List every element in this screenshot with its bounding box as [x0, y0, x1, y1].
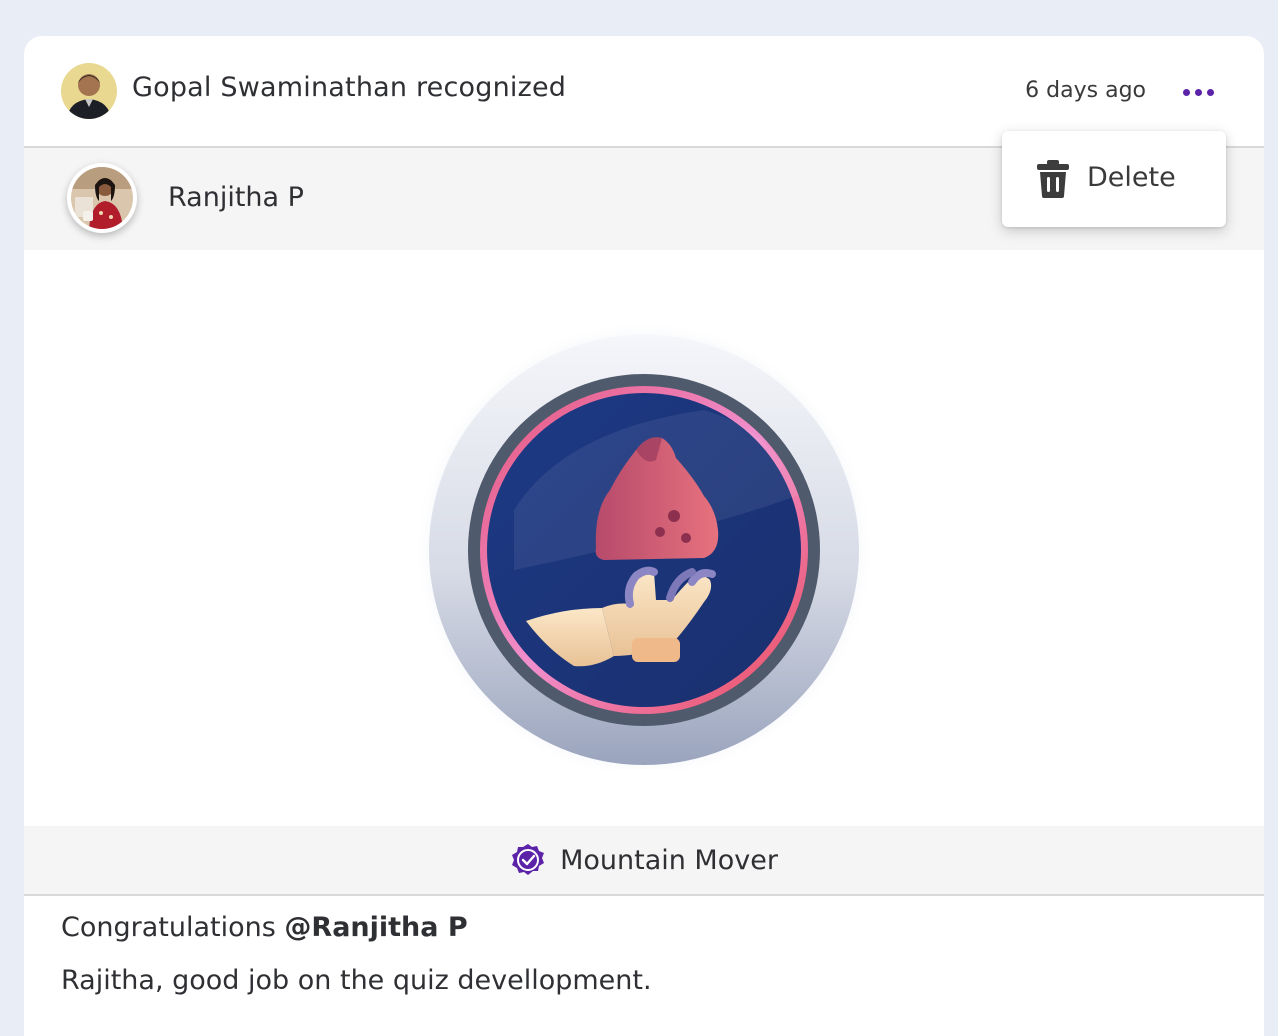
verified-badge-icon	[510, 842, 546, 878]
options-menu: Delete	[1002, 131, 1226, 227]
congrats-text: Congratulations	[61, 912, 276, 943]
recipient-mention[interactable]: @Ranjitha P	[284, 912, 467, 943]
more-dot-icon	[1194, 88, 1202, 96]
recognition-message: Congratulations @Ranjitha P Rajitha, goo…	[61, 912, 1221, 996]
post-title: Gopal Swaminathan recognized	[132, 72, 567, 103]
badge-name-row: Mountain Mover	[24, 826, 1264, 896]
message-body: Rajitha, good job on the quiz devellopme…	[61, 965, 652, 996]
author-avatar[interactable]	[61, 63, 117, 119]
post-timestamp: 6 days ago	[1025, 78, 1146, 103]
badge-image-area	[24, 250, 1264, 826]
menu-item-delete[interactable]: Delete	[1002, 131, 1226, 227]
congrats-line: Congratulations @Ranjitha P	[61, 912, 1221, 943]
delete-label: Delete	[1087, 162, 1176, 193]
recipient-name[interactable]: Ranjitha P	[168, 182, 304, 213]
trash-icon	[1035, 159, 1071, 203]
more-dot-icon	[1182, 88, 1190, 96]
mountain-hand-badge-icon	[414, 320, 874, 770]
more-options-button[interactable]	[1176, 76, 1220, 108]
recipient-avatar[interactable]	[67, 163, 137, 233]
more-dot-icon	[1206, 88, 1214, 96]
badge-name: Mountain Mover	[560, 844, 778, 876]
